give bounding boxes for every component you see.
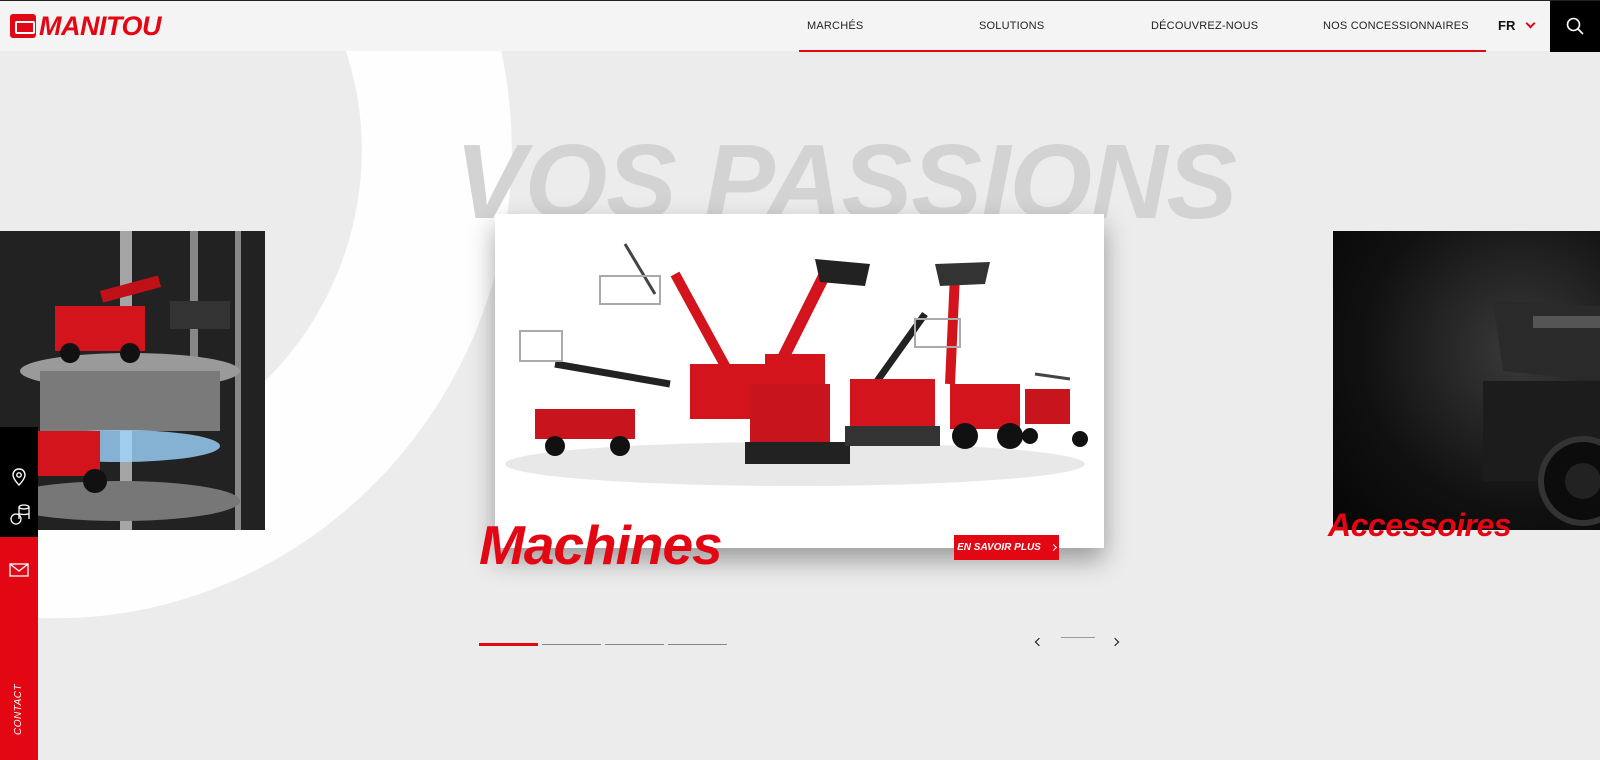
financing-button[interactable]	[9, 503, 31, 532]
learn-more-label: EN SAVOIR PLUS	[957, 542, 1041, 553]
coins-icon	[10, 504, 30, 525]
chevron-right-icon	[1049, 543, 1057, 552]
learn-more-button[interactable]: EN SAVOIR PLUS	[954, 535, 1059, 560]
location-pin-icon	[12, 468, 26, 486]
nav-item-concessionnaires[interactable]: NOS CONCESSIONNAIRES	[1323, 20, 1469, 32]
previous-slide-card[interactable]	[0, 231, 265, 530]
language-selector[interactable]: FR	[1498, 18, 1536, 33]
machines-image	[505, 243, 1088, 486]
nav-item-solutions[interactable]: SOLUTIONS	[979, 20, 1044, 32]
previous-slide-button[interactable]	[1030, 633, 1048, 651]
language-label: FR	[1498, 18, 1516, 33]
nav-item-decouvrez-nous[interactable]: DÉCOUVREZ-NOUS	[1151, 20, 1258, 32]
active-slide-card[interactable]	[495, 214, 1104, 548]
chevron-right-icon	[1110, 637, 1120, 647]
slider-progress-line	[1061, 637, 1095, 638]
pagination-dot[interactable]	[542, 644, 601, 645]
contact-label[interactable]: CONTACT	[13, 684, 24, 735]
next-slide-title: Accessoires	[1328, 507, 1512, 543]
nav-item-marches[interactable]: MARCHÉS	[807, 20, 863, 32]
next-slide-card[interactable]	[1333, 231, 1600, 530]
side-quick-links	[0, 427, 38, 537]
dealer-locator-button[interactable]	[9, 467, 29, 492]
mail-icon	[9, 563, 29, 577]
chevron-down-icon	[1525, 18, 1536, 29]
pagination-dot[interactable]	[605, 644, 664, 645]
logo-mark-icon	[10, 14, 36, 38]
logo-text: MANITOU	[39, 10, 162, 41]
active-slide-title: Machines	[479, 514, 723, 576]
search-icon	[1566, 17, 1584, 35]
accessories-image	[1483, 301, 1600, 526]
search-button[interactable]	[1550, 1, 1600, 52]
site-header: MANITOU MARCHÉS SOLUTIONS DÉCOUVREZ-NOUS…	[0, 0, 1600, 52]
main-nav: MARCHÉS SOLUTIONS DÉCOUVREZ-NOUS NOS CON…	[799, 1, 1486, 52]
chevron-left-icon	[1034, 637, 1044, 647]
next-slide-button[interactable]	[1108, 633, 1126, 651]
pagination-dot[interactable]	[668, 644, 727, 645]
contact-button[interactable]	[9, 561, 29, 582]
manitou-logo[interactable]: MANITOU	[10, 10, 162, 41]
slide-pagination	[479, 643, 727, 646]
pagination-dot[interactable]	[479, 643, 538, 646]
previous-slide-image	[0, 231, 265, 530]
